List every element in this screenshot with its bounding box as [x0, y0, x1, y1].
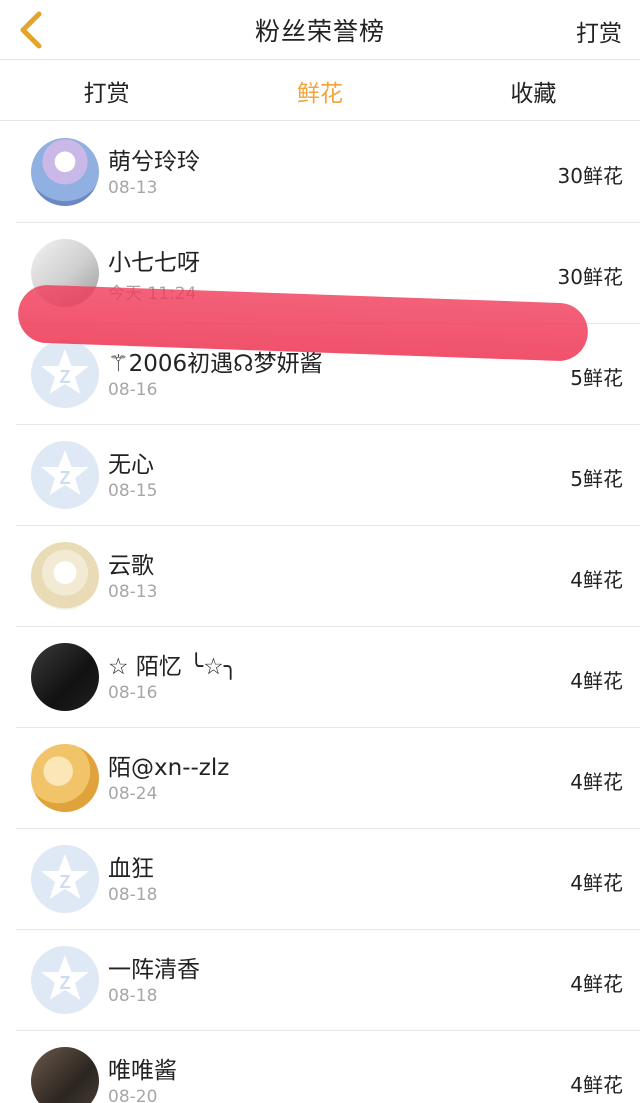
fan-row[interactable]: 唯唯酱 08-20 4鲜花: [16, 1031, 640, 1103]
tab-favorites[interactable]: 收藏: [427, 61, 640, 120]
fan-name: 陌@xn--zlz: [108, 755, 230, 781]
tab-flowers[interactable]: 鲜花: [213, 61, 426, 120]
fan-date: 08-18: [108, 986, 158, 1006]
fan-name: 萌兮玲玲: [108, 149, 200, 175]
fan-name: ☆ 陌忆 ╰☆╮: [108, 654, 238, 680]
avatar[interactable]: [31, 542, 99, 610]
fan-row[interactable]: Z 无心 08-15 5鲜花: [16, 425, 640, 526]
fan-date: 08-18: [108, 885, 158, 905]
fan-date: 08-16: [108, 683, 158, 703]
fan-name: 血狂: [108, 856, 154, 882]
fan-date: 08-24: [108, 784, 158, 804]
avatar[interactable]: Z: [31, 441, 99, 509]
flower-count: 4鲜花: [570, 871, 623, 895]
avatar[interactable]: Z: [31, 946, 99, 1014]
fan-name: 唯唯酱: [108, 1058, 177, 1084]
chevron-left-icon: [20, 11, 42, 49]
avatar[interactable]: Z: [31, 845, 99, 913]
flower-count: 4鲜花: [570, 568, 623, 592]
flower-count: 5鲜花: [570, 366, 623, 390]
fan-row[interactable]: ☆ 陌忆 ╰☆╮ 08-16 4鲜花: [16, 627, 640, 728]
avatar[interactable]: [31, 1047, 99, 1103]
flower-count: 30鲜花: [557, 265, 623, 289]
flower-count: 4鲜花: [570, 770, 623, 794]
page: 粉丝荣誉榜 打赏 打赏 鲜花 收藏 萌兮玲玲 08-13 30鲜花 小七七呀 今…: [0, 0, 640, 1103]
flower-count: 4鲜花: [570, 1073, 623, 1097]
fan-date: 08-16: [108, 380, 158, 400]
fan-date: 08-13: [108, 178, 158, 198]
reward-button[interactable]: 打赏: [576, 14, 622, 48]
flower-count: 30鲜花: [557, 164, 623, 188]
fan-date: 08-20: [108, 1087, 158, 1103]
fan-row[interactable]: 云歌 08-13 4鲜花: [16, 526, 640, 627]
qq-star-icon: Z: [41, 450, 89, 495]
svg-text:Z: Z: [60, 468, 71, 488]
flower-count: 4鲜花: [570, 669, 623, 693]
svg-text:Z: Z: [60, 367, 71, 387]
tab-bar: 打赏 鲜花 收藏: [0, 61, 640, 121]
fan-list: 萌兮玲玲 08-13 30鲜花 小七七呀 今天 11:24 30鲜花 Z ⚚20…: [0, 122, 640, 1103]
back-button[interactable]: [14, 10, 46, 50]
fan-row[interactable]: 萌兮玲玲 08-13 30鲜花: [16, 122, 640, 223]
fan-row[interactable]: Z 血狂 08-18 4鲜花: [16, 829, 640, 930]
flower-count: 5鲜花: [570, 467, 623, 491]
fan-name: 无心: [108, 452, 154, 478]
fan-name: 云歌: [108, 553, 154, 579]
avatar[interactable]: [31, 744, 99, 812]
qq-star-icon: Z: [41, 349, 89, 394]
fan-row[interactable]: Z 一阵清香 08-18 4鲜花: [16, 930, 640, 1031]
fan-name: 一阵清香: [108, 957, 200, 983]
svg-text:Z: Z: [60, 973, 71, 993]
svg-text:Z: Z: [60, 872, 71, 892]
fan-date: 08-13: [108, 582, 158, 602]
avatar[interactable]: [31, 138, 99, 206]
avatar[interactable]: [31, 643, 99, 711]
fan-name: 小七七呀: [108, 250, 200, 276]
qq-star-icon: Z: [41, 955, 89, 1000]
qq-star-icon: Z: [41, 854, 89, 899]
page-title: 粉丝荣誉榜: [254, 16, 385, 46]
tab-reward[interactable]: 打赏: [0, 61, 213, 120]
fan-row[interactable]: 陌@xn--zlz 08-24 4鲜花: [16, 728, 640, 829]
flower-count: 4鲜花: [570, 972, 623, 996]
avatar[interactable]: Z: [31, 340, 99, 408]
fan-date: 08-15: [108, 481, 158, 501]
top-bar: 粉丝荣誉榜 打赏: [0, 0, 640, 60]
